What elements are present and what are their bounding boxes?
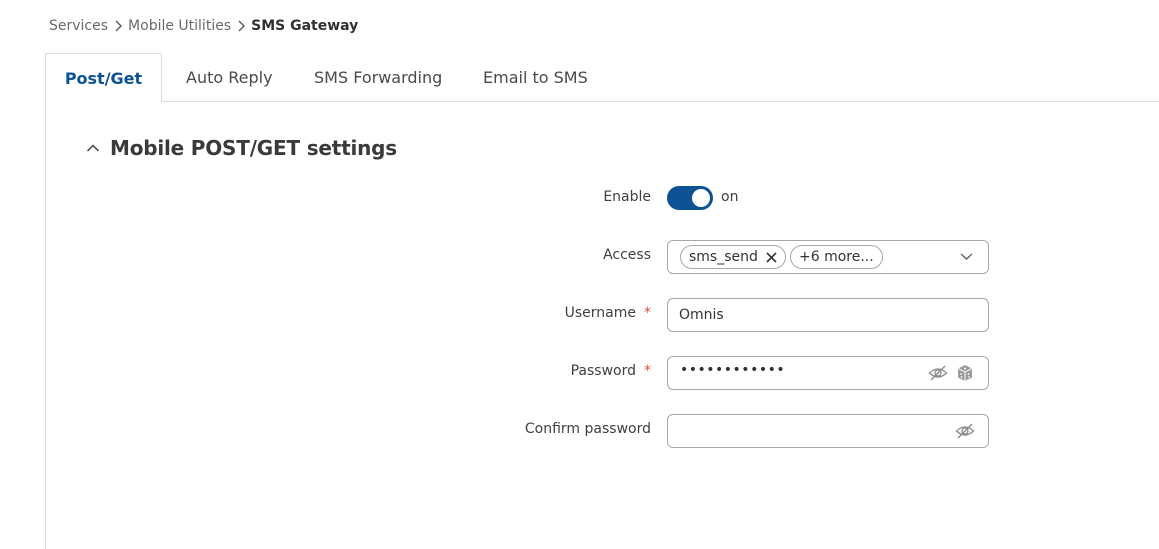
access-chip-sms-send: sms_send — [680, 245, 786, 269]
tab-email-to-sms[interactable]: Email to SMS — [483, 53, 588, 102]
breadcrumb: Services Mobile Utilities SMS Gateway — [49, 16, 358, 36]
username-label-text: Username — [564, 305, 636, 321]
password-label: Password * — [571, 363, 651, 379]
chevron-right-icon — [231, 20, 251, 32]
panel-left-border — [45, 101, 46, 549]
password-masked-value: •••••••••••• — [680, 362, 786, 378]
eye-slash-icon[interactable] — [928, 363, 948, 383]
enable-toggle[interactable] — [667, 186, 713, 210]
tab-auto-reply[interactable]: Auto Reply — [186, 53, 273, 102]
more-label: +6 more... — [799, 249, 874, 265]
tab-bar: Post/Get Auto Reply SMS Forwarding Email… — [45, 53, 1159, 102]
password-label-text: Password — [570, 363, 636, 379]
toggle-knob — [692, 189, 710, 207]
chevron-up-icon — [86, 144, 100, 152]
eye-slash-icon[interactable] — [955, 421, 975, 441]
breadcrumb-services[interactable]: Services — [49, 18, 108, 34]
confirm-password-label: Confirm password — [524, 421, 651, 437]
username-field[interactable] — [667, 298, 989, 332]
required-marker: * — [644, 363, 651, 379]
dice-icon[interactable] — [955, 363, 975, 383]
section-title: Mobile POST/GET settings — [110, 136, 397, 160]
breadcrumb-sms-gateway: SMS Gateway — [251, 18, 359, 34]
chevron-down-icon[interactable] — [960, 252, 973, 261]
access-label: Access — [603, 247, 651, 263]
username-input[interactable] — [679, 305, 919, 325]
tab-sms-forwarding[interactable]: SMS Forwarding — [314, 53, 442, 102]
enable-label: Enable — [603, 189, 651, 205]
enable-state-text: on — [721, 189, 739, 205]
chip-label: sms_send — [689, 249, 758, 265]
required-marker: * — [644, 305, 651, 321]
confirm-password-input[interactable] — [679, 421, 919, 441]
access-select[interactable]: sms_send +6 more... — [667, 240, 989, 274]
close-icon[interactable] — [766, 251, 777, 263]
chevron-right-icon — [108, 20, 128, 32]
section-toggle[interactable]: Mobile POST/GET settings — [86, 134, 397, 162]
access-more-chip[interactable]: +6 more... — [790, 245, 883, 269]
tab-post-get[interactable]: Post/Get — [45, 53, 162, 102]
password-field[interactable]: •••••••••••• — [667, 356, 989, 390]
confirm-password-field[interactable] — [667, 414, 989, 448]
username-label: Username * — [565, 305, 651, 321]
breadcrumb-mobile-utilities[interactable]: Mobile Utilities — [128, 18, 231, 34]
